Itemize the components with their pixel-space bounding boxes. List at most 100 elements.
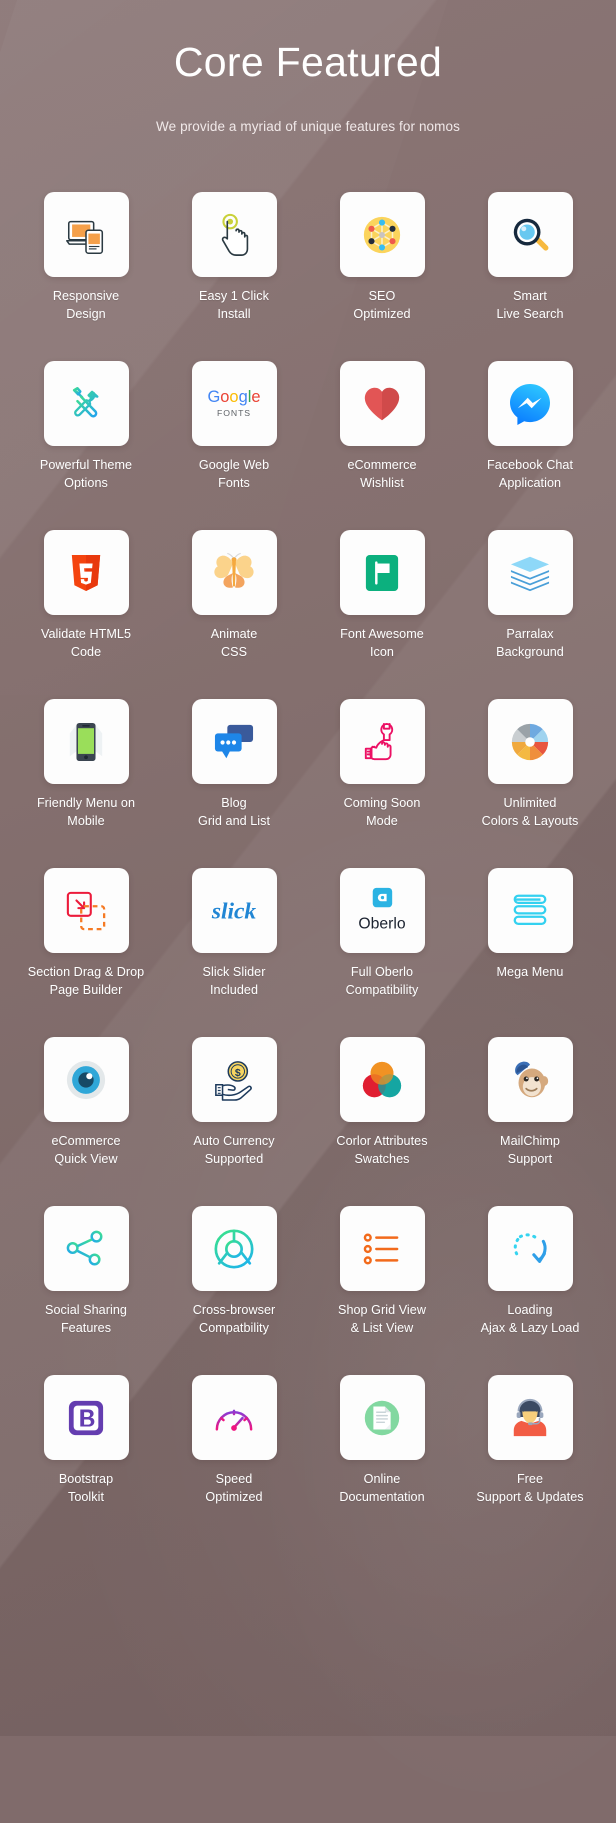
svg-text:$: $ <box>235 1067 241 1079</box>
feature-item[interactable]: Validate HTML5 Code <box>12 530 160 699</box>
html5-shield-icon <box>69 553 103 593</box>
feature-icon-card[interactable] <box>488 868 573 953</box>
feature-icon-card[interactable] <box>44 530 129 615</box>
feature-item[interactable]: Cross-browser Compatbility <box>160 1206 308 1375</box>
feature-label: Speed Optimized <box>205 1471 262 1507</box>
svg-text:Google: Google <box>207 388 260 406</box>
feature-label: MailChimp Support <box>500 1133 560 1169</box>
feature-label: Online Documentation <box>339 1471 424 1507</box>
feature-icon-card[interactable] <box>44 868 129 953</box>
feature-item[interactable]: Parralax Background <box>456 530 604 699</box>
feature-icon-card[interactable] <box>340 699 425 784</box>
feature-item[interactable]: Online Documentation <box>308 1375 456 1544</box>
feature-item[interactable]: Mega Menu <box>456 868 604 1037</box>
document-page-icon <box>360 1396 404 1440</box>
feature-item[interactable]: Blog Grid and List <box>160 699 308 868</box>
feature-icon-card[interactable] <box>44 1375 129 1460</box>
feature-icon-card[interactable]: Google FONTS <box>192 361 277 446</box>
feature-item[interactable]: slick Slick Slider Included <box>160 868 308 1037</box>
feature-item[interactable]: Oberlo Full Oberlo Compatibility <box>308 868 456 1037</box>
feature-item[interactable]: SEO Optimized <box>308 192 456 361</box>
chat-bubbles-icon <box>212 722 256 762</box>
feature-item[interactable]: Unlimited Colors & Layouts <box>456 699 604 868</box>
feature-icon-card[interactable] <box>340 1375 425 1460</box>
feature-label: Animate CSS <box>211 626 258 662</box>
feature-label: SEO Optimized <box>353 288 410 324</box>
feature-icon-card[interactable] <box>488 192 573 277</box>
feature-item[interactable]: Free Support & Updates <box>456 1375 604 1544</box>
feature-item[interactable]: Speed Optimized <box>160 1375 308 1544</box>
feature-item[interactable]: Easy 1 Click Install <box>160 192 308 361</box>
tap-hand-icon <box>212 212 256 258</box>
svg-text:FONTS: FONTS <box>217 407 251 417</box>
wrench-thumbsup-icon <box>362 720 402 764</box>
feature-item[interactable]: Animate CSS <box>160 530 308 699</box>
feature-item[interactable]: Smart Live Search <box>456 192 604 361</box>
feature-item[interactable]: Font Awesome Icon <box>308 530 456 699</box>
feature-icon-card[interactable] <box>488 1206 573 1291</box>
feature-item[interactable]: Google FONTS Google Web Fonts <box>160 361 308 530</box>
feature-icon-card[interactable] <box>488 530 573 615</box>
feature-icon-card[interactable] <box>340 361 425 446</box>
feature-icon-card[interactable] <box>488 361 573 446</box>
layers-stack-icon <box>508 553 552 593</box>
feature-label: Corlor Attributes Swatches <box>336 1133 427 1169</box>
oberlo-logo-icon: Oberlo <box>351 886 413 936</box>
feature-icon-card[interactable] <box>192 699 277 784</box>
hand-coin-icon: $ <box>212 1059 256 1101</box>
feature-icon-card[interactable] <box>44 361 129 446</box>
feature-item[interactable]: eCommerce Quick View <box>12 1037 160 1206</box>
feature-icon-card[interactable] <box>44 1037 129 1122</box>
feature-label: Easy 1 Click Install <box>199 288 269 324</box>
feature-item[interactable]: MailChimp Support <box>456 1037 604 1206</box>
heart-wishlist-icon <box>362 385 402 423</box>
feature-item[interactable]: Shop Grid View & List View <box>308 1206 456 1375</box>
refresh-loading-icon <box>509 1228 551 1270</box>
speedometer-icon <box>212 1398 256 1438</box>
feature-label: Cross-browser Compatbility <box>193 1302 276 1338</box>
feature-icon-card[interactable] <box>340 530 425 615</box>
feature-label: Blog Grid and List <box>198 795 270 831</box>
feature-label: Loading Ajax & Lazy Load <box>481 1302 580 1338</box>
tools-wrench-screwdriver-icon <box>65 383 107 425</box>
feature-item[interactable]: Powerful Theme Options <box>12 361 160 530</box>
feature-label: Bootstrap Toolkit <box>59 1471 113 1507</box>
feature-item[interactable]: eCommerce Wishlist <box>308 361 456 530</box>
feature-label: Unlimited Colors & Layouts <box>482 795 579 831</box>
svg-text:slick: slick <box>211 898 257 924</box>
feature-icon-card[interactable] <box>192 530 277 615</box>
feature-item[interactable]: Facebook Chat Application <box>456 361 604 530</box>
feature-item[interactable]: Corlor Attributes Swatches <box>308 1037 456 1206</box>
slick-logo-icon: slick <box>203 894 265 928</box>
feature-icon-card[interactable]: Oberlo <box>340 868 425 953</box>
feature-icon-card[interactable] <box>192 192 277 277</box>
feature-icon-card[interactable] <box>340 1037 425 1122</box>
feature-icon-card[interactable] <box>340 192 425 277</box>
feature-item[interactable]: Social Sharing Features <box>12 1206 160 1375</box>
feature-icon-card[interactable] <box>192 1206 277 1291</box>
feature-item[interactable]: Section Drag & Drop Page Builder <box>12 868 160 1037</box>
feature-label: Full Oberlo Compatibility <box>346 964 419 1000</box>
magnifier-search-icon <box>509 214 551 256</box>
feature-item[interactable]: Responsive Design <box>12 192 160 361</box>
feature-item[interactable]: Loading Ajax & Lazy Load <box>456 1206 604 1375</box>
page-subtitle: We provide a myriad of unique features f… <box>0 119 616 134</box>
feature-item[interactable]: $ Auto Currency Supported <box>160 1037 308 1206</box>
feature-icon-card[interactable]: slick <box>192 868 277 953</box>
feature-icon-card[interactable]: $ <box>192 1037 277 1122</box>
feature-icon-card[interactable] <box>340 1206 425 1291</box>
mobile-phone-icon <box>66 720 106 764</box>
feature-item[interactable]: Friendly Menu on Mobile <box>12 699 160 868</box>
feature-icon-card[interactable] <box>44 699 129 784</box>
responsive-devices-icon <box>63 212 109 258</box>
feature-icon-card[interactable] <box>488 1375 573 1460</box>
feature-label: Coming Soon Mode <box>344 795 421 831</box>
feature-icon-card[interactable] <box>192 1375 277 1460</box>
feature-icon-card[interactable] <box>44 1206 129 1291</box>
feature-icon-card[interactable] <box>488 1037 573 1122</box>
seo-network-icon <box>361 214 403 256</box>
feature-item[interactable]: Bootstrap Toolkit <box>12 1375 160 1544</box>
feature-icon-card[interactable] <box>488 699 573 784</box>
feature-item[interactable]: Coming Soon Mode <box>308 699 456 868</box>
feature-icon-card[interactable] <box>44 192 129 277</box>
